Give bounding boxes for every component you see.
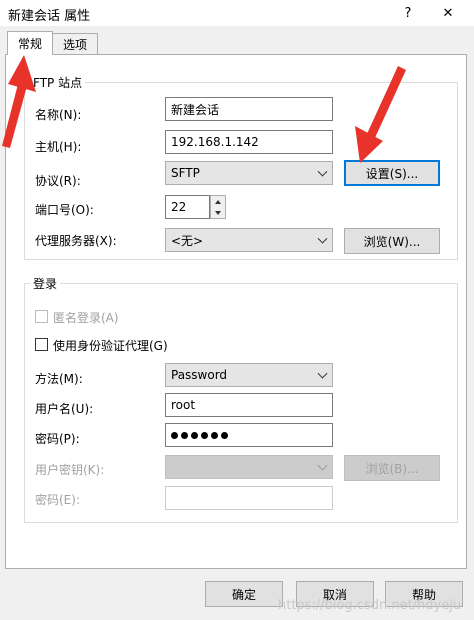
tab-general[interactable]: 常规 [7,31,53,55]
annotation-arrows [2,55,406,163]
arrow-to-general-tab [2,55,36,148]
arrow-to-settings-button [355,66,406,163]
